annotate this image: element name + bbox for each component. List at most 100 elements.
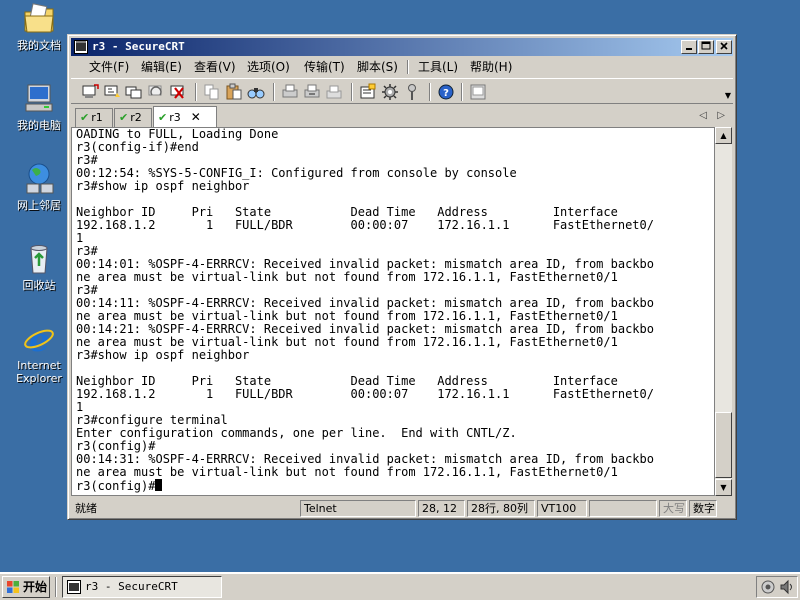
toolbar-separator — [351, 83, 353, 101]
reconnect-icon[interactable] — [147, 83, 165, 101]
status-num-lock: 数字 — [689, 500, 717, 517]
status-empty — [589, 500, 657, 517]
terminal-line: 192.168.1.2 1 FULL/BDR 00:00:07 172.16.1… — [76, 387, 654, 401]
tab-label: r1 — [91, 111, 103, 124]
menu-bar: 文件(F) 编辑(E) 查看(V) 选项(O) 传输(T) 脚本(S) 工具(L… — [71, 57, 733, 77]
toolbar: ? ▼ — [71, 78, 733, 104]
connect-icon[interactable] — [81, 83, 99, 101]
tray-network-icon[interactable] — [760, 579, 776, 595]
my-computer-icon — [25, 84, 53, 112]
terminal-line: 192.168.1.2 1 FULL/BDR 00:00:07 172.16.1… — [76, 218, 654, 232]
session-options-icon[interactable] — [359, 83, 377, 101]
status-emulation: VT100 — [537, 500, 587, 517]
start-label: 开始 — [23, 580, 48, 594]
terminal-line: Enter configuration commands, one per li… — [76, 426, 517, 440]
tab-r1[interactable]: ✔ r1 — [75, 108, 113, 127]
menu-tools[interactable]: 工具(L) — [414, 57, 462, 77]
window-title: r3 - SecureCRT — [92, 40, 185, 53]
menu-transfer[interactable]: 传输(T) — [300, 57, 349, 77]
tab-scroll-right-icon[interactable]: ▷ — [717, 110, 725, 121]
menu-script[interactable]: 脚本(S) — [353, 57, 402, 77]
terminal-line: r3(config-if)#end — [76, 140, 199, 154]
my-documents-icon — [24, 3, 54, 33]
toolbar-separator — [461, 83, 463, 101]
about-icon[interactable] — [469, 83, 487, 101]
terminal-prompt: r3(config)# — [76, 479, 156, 493]
disconnect-icon[interactable] — [169, 83, 187, 101]
terminal-line: 1 — [76, 231, 84, 245]
find-icon[interactable] — [247, 83, 265, 101]
tab-r2[interactable]: ✔ r2 — [114, 108, 152, 127]
tab-label: r3 — [169, 111, 181, 124]
connected-check-icon: ✔ — [158, 111, 168, 124]
terminal-output: OADING to FULL, Loading Done r3(config-if… — [76, 128, 654, 493]
terminal-prompt-line: r3(config)# — [76, 479, 654, 493]
paste-icon[interactable] — [225, 83, 243, 101]
securecrt-window: r3 - SecureCRT 文件(F) 编辑(E) 查看(V) 选项(O) 传… — [67, 34, 737, 520]
toolbar-overflow-icon[interactable]: ▼ — [725, 91, 731, 100]
taskbar-button-label: r3 - SecureCRT — [85, 580, 178, 593]
session-tabs: ✔ r1 ✔ r2 ✔ r3 ✕ ◁ ▷ — [71, 106, 733, 127]
terminal-cursor — [155, 479, 163, 491]
status-terminal-size: 28行, 80列 — [467, 500, 535, 517]
start-button[interactable]: 开始 — [2, 576, 50, 598]
menu-edit[interactable]: 编辑(E) — [137, 57, 186, 77]
scroll-down-icon[interactable]: ▼ — [715, 479, 732, 496]
network-places-icon — [26, 163, 54, 194]
windows-flag-icon — [7, 581, 19, 593]
close-icon — [720, 42, 728, 50]
print-selection-icon[interactable] — [303, 83, 321, 101]
keymap-icon[interactable] — [403, 83, 421, 101]
minimize-icon — [686, 48, 692, 50]
svg-text:e: e — [29, 322, 49, 356]
toolbar-separator — [429, 83, 431, 101]
terminal-line: ne area must be virtual-link but not fou… — [76, 270, 618, 284]
copy-icon[interactable] — [203, 83, 221, 101]
maximize-icon — [701, 41, 711, 50]
tab-close-icon[interactable]: ✕ — [191, 110, 201, 124]
internet-explorer-icon: e — [24, 322, 54, 356]
terminal-line: r3#show ip ospf neighbor — [76, 348, 250, 362]
menu-view[interactable]: 查看(V) — [190, 57, 240, 77]
minimize-button[interactable] — [681, 40, 697, 54]
scrollbar-thumb[interactable] — [715, 412, 732, 478]
tray-volume-icon[interactable] — [779, 579, 795, 595]
toolbar-separator — [195, 83, 197, 101]
help-icon[interactable]: ? — [437, 83, 455, 101]
close-button[interactable] — [716, 40, 732, 54]
tab-scroll-left-icon[interactable]: ◁ — [699, 110, 707, 121]
taskbar: 开始 r3 - SecureCRT — [0, 572, 800, 600]
connected-check-icon: ✔ — [119, 111, 129, 124]
status-caps-lock: 大写 — [659, 500, 687, 517]
securecrt-app-icon — [67, 580, 81, 594]
menu-file[interactable]: 文件(F) — [85, 57, 133, 77]
terminal-screen[interactable]: OADING to FULL, Loading Done r3(config-if… — [71, 127, 715, 496]
connected-check-icon: ✔ — [80, 111, 90, 124]
title-bar[interactable]: r3 - SecureCRT — [71, 38, 733, 56]
connect-tab-icon[interactable] — [125, 83, 143, 101]
vertical-scrollbar[interactable]: ▲ ▼ — [715, 127, 732, 496]
maximize-button[interactable] — [698, 40, 714, 54]
print-setup-icon[interactable] — [325, 83, 343, 101]
menu-options[interactable]: 选项(O) — [243, 57, 294, 77]
menu-separator — [407, 60, 409, 74]
tab-label: r2 — [130, 111, 142, 124]
recycle-bin-icon — [30, 245, 48, 274]
system-tray — [756, 576, 798, 598]
svg-text:?: ? — [443, 88, 449, 99]
toolbar-separator — [273, 83, 275, 101]
scroll-up-icon[interactable]: ▲ — [715, 127, 732, 144]
status-bar: 就绪 Telnet 28, 12 28行, 80列 VT100 大写 数字 — [71, 499, 733, 518]
menu-help[interactable]: 帮助(H) — [466, 57, 516, 77]
quick-connect-icon[interactable] — [103, 83, 121, 101]
securecrt-app-icon — [74, 40, 88, 54]
taskbar-button-securecrt[interactable]: r3 - SecureCRT — [62, 576, 222, 598]
taskbar-separator — [55, 577, 57, 597]
tab-r3[interactable]: ✔ r3 ✕ — [153, 106, 217, 127]
global-options-icon[interactable] — [381, 83, 399, 101]
status-protocol: Telnet — [300, 500, 416, 517]
terminal-line: r3#show ip ospf neighbor — [76, 179, 250, 193]
status-cursor-position: 28, 12 — [418, 500, 465, 517]
print-icon[interactable] — [281, 83, 299, 101]
terminal-line: ne area must be virtual-link but not fou… — [76, 465, 618, 479]
